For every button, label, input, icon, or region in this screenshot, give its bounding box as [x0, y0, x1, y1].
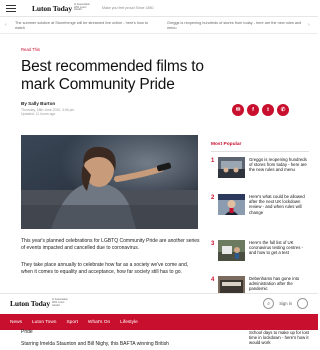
chevron-left-icon[interactable]: ‹: [5, 22, 7, 28]
whatsapp-icon[interactable]: ✆: [277, 104, 289, 116]
rank-number: 2: [211, 195, 215, 201]
most-popular-title: Most Popular: [211, 142, 242, 147]
hamburger-menu-icon[interactable]: [6, 4, 16, 12]
article-paragraph: They take place annually to celebrate ho…: [21, 262, 189, 275]
site-logo-subtitle: In Association With Luton Herald: [73, 2, 90, 12]
thumbnail-image: [218, 194, 245, 215]
site-header: Luton Today In Association With Luton He…: [0, 0, 318, 17]
most-popular-item[interactable]: 1 Greggs is reopening hundreds of stores…: [211, 157, 309, 187]
article-headline: Best recommended films to mark Community…: [21, 58, 204, 93]
most-popular-headline[interactable]: Debenhams has gone into administration a…: [249, 276, 309, 292]
site-logo-subtitle: In Association With Luton Herald: [51, 298, 68, 307]
nav-item-whats-on[interactable]: What's On: [88, 320, 110, 325]
search-icon[interactable]: ⌕: [263, 298, 275, 309]
site-logo[interactable]: Luton Today: [10, 299, 50, 308]
facebook-icon[interactable]: f: [247, 104, 259, 116]
site-logo[interactable]: Luton Today: [32, 4, 72, 13]
site-tagline: Make you feel proud Since 1850: [101, 6, 154, 10]
avatar[interactable]: [297, 298, 308, 309]
account-controls: ⌕ Sign in: [263, 298, 308, 309]
main-nav: News Luton Town Sport What's On Lifestyl…: [0, 314, 318, 330]
nav-item-lifestyle[interactable]: Lifestyle: [120, 320, 138, 325]
article-dates: Thursday, 18th June 2020, 3:06 pm Update…: [21, 108, 74, 116]
nav-item-sport[interactable]: Sport: [66, 320, 77, 325]
most-popular-headline[interactable]: Here's the full list of UK coronavirus t…: [249, 240, 309, 256]
ticker-item[interactable]: Greggs is reopening hundreds of stores f…: [167, 21, 302, 30]
most-popular-headline[interactable]: Here's what could be allowed after the n…: [249, 194, 309, 215]
article-subheading: Pride: [21, 329, 33, 335]
rank-number: 4: [211, 277, 215, 283]
rank-number: 1: [211, 158, 215, 164]
thumbnail-image: [218, 240, 245, 261]
most-popular-headline[interactable]: School days to make up for lost time in …: [249, 330, 309, 346]
sticky-header: Luton Today In Association With Luton He…: [0, 293, 318, 313]
sign-in-link[interactable]: Sign in: [279, 301, 292, 306]
thumbnail-image: [218, 157, 245, 178]
twitter-icon[interactable]: t: [262, 104, 274, 116]
chevron-right-icon[interactable]: ›: [308, 22, 310, 28]
news-ticker: ‹ The summer solstice at Stonehenge will…: [0, 18, 318, 34]
nav-item-news[interactable]: News: [10, 320, 22, 325]
divider: [211, 151, 309, 152]
most-popular-item[interactable]: 2 Here's what could be allowed after the…: [211, 194, 309, 224]
article-paragraph: Starring Imelda Staunton and Bill Nighy,…: [21, 341, 169, 347]
ticker-item[interactable]: The summer solstice at Stonehenge will b…: [15, 21, 155, 30]
most-popular-headline[interactable]: Greggs is reopening hundreds of stores f…: [249, 157, 309, 173]
hero-image: [21, 135, 198, 229]
updated-date: Updated: 11 hours ago: [21, 112, 56, 117]
article-byline[interactable]: By Sally Burton: [21, 101, 55, 106]
most-popular-item[interactable]: 3 Here's the full list of UK coronavirus…: [211, 240, 309, 270]
section-label[interactable]: Read This: [21, 47, 40, 52]
article-paragraph: This year's planned celebrations for LGB…: [21, 238, 200, 251]
rank-number: 3: [211, 241, 215, 247]
share-buttons: ✉ f t ✆: [232, 104, 289, 116]
email-icon[interactable]: ✉: [232, 104, 244, 116]
nav-item-luton-town[interactable]: Luton Town: [32, 320, 56, 325]
